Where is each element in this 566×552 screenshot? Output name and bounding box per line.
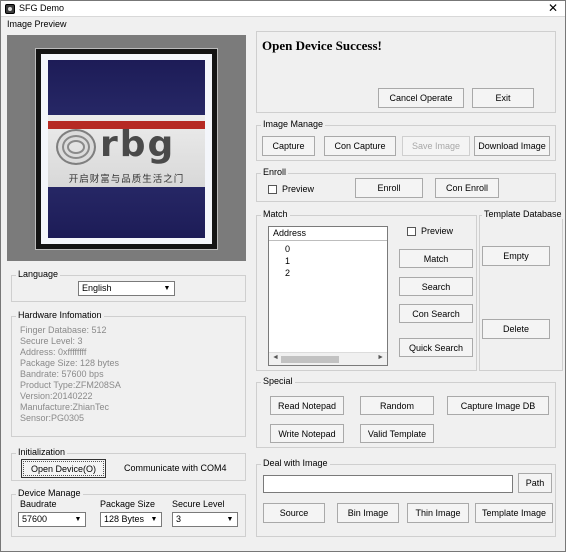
hardware-info-line: Secure Level: 3 (20, 336, 83, 346)
hardware-info-line: Manufacture:ZhianTec (20, 402, 110, 412)
match-group: Match Address 0 1 2 ◄ ► Preview Match Se… (256, 209, 477, 371)
deal-with-image-title: Deal with Image (261, 458, 330, 468)
exit-button[interactable]: Exit (472, 88, 534, 108)
match-button[interactable]: Match (399, 249, 473, 268)
special-title: Special (261, 376, 295, 386)
preview-frame: rbg 开启财富与品质生活之门 (48, 60, 205, 238)
language-select[interactable]: English ▼ (78, 281, 175, 296)
secure-level-value: 3 (176, 514, 182, 524)
enroll-title: Enroll (261, 167, 289, 177)
image-manage-title: Image Manage (261, 119, 326, 129)
chevron-down-icon[interactable]: ▼ (72, 514, 84, 525)
preview-image: rbg 开启财富与品质生活之门 (35, 48, 218, 250)
deal-with-image-group: Deal with Image Path Source Bin Image Th… (256, 458, 556, 537)
con-search-button[interactable]: Con Search (399, 304, 473, 323)
con-capture-button[interactable]: Con Capture (324, 136, 396, 156)
hardware-info-line: Product Type:ZFM208SA (20, 380, 121, 390)
logo-panel: rbg 开启财富与品质生活之门 (48, 115, 205, 187)
bin-image-button[interactable]: Bin Image (337, 503, 399, 523)
search-button[interactable]: Search (399, 277, 473, 296)
template-image-button[interactable]: Template Image (475, 503, 553, 523)
status-group: Open Device Success! Cancel Operate Exit (256, 31, 556, 113)
package-size-label: Package Size (100, 499, 156, 509)
baudrate-select[interactable]: 57600 ▼ (18, 512, 86, 527)
secure-level-label: Secure Level (172, 499, 225, 509)
package-size-select[interactable]: 128 Bytes ▼ (100, 512, 162, 527)
chevron-down-icon[interactable]: ▼ (148, 514, 160, 525)
quick-search-button[interactable]: Quick Search (399, 338, 473, 357)
language-group: Language English ▼ (11, 269, 246, 302)
initialization-title: Initialization (16, 447, 68, 457)
communication-status: Communicate with COM4 (124, 463, 227, 473)
image-path-input[interactable] (263, 475, 513, 493)
language-value: English (82, 283, 112, 293)
cancel-operate-button[interactable]: Cancel Operate (378, 88, 464, 108)
capture-button[interactable]: Capture (262, 136, 315, 156)
app-icon (5, 4, 15, 14)
scroll-left-icon[interactable]: ◄ (272, 354, 279, 361)
random-button[interactable]: Random (360, 396, 434, 415)
close-icon[interactable]: ✕ (548, 1, 558, 15)
match-title: Match (261, 209, 290, 219)
logo-slogan: 开启财富与品质生活之门 (68, 174, 185, 185)
device-manage-title: Device Manage (16, 488, 83, 498)
enroll-preview-checkbox[interactable] (268, 185, 277, 194)
empty-button[interactable]: Empty (482, 246, 550, 266)
thin-image-button[interactable]: Thin Image (407, 503, 469, 523)
address-list[interactable]: Address 0 1 2 ◄ ► (268, 226, 388, 366)
logo-letters: rbg (100, 124, 176, 165)
template-database-title: Template Database (482, 209, 564, 219)
baudrate-label: Baudrate (20, 499, 57, 509)
special-group: Special Read Notepad Random Capture Imag… (256, 376, 556, 448)
device-manage-group: Device Manage Baudrate 57600 ▼ Package S… (11, 488, 246, 537)
hardware-info-line: Bandrate: 57600 bps (20, 369, 104, 379)
hardware-info-group: Hardware Infomation Finger Database: 512… (11, 310, 246, 437)
hardware-info-line: Sensor:PG0305 (20, 413, 85, 423)
title-bar: SFG Demo ✕ (1, 1, 565, 17)
enroll-group: Enroll Preview Enroll Con Enroll (256, 167, 556, 202)
enroll-preview-label: Preview (282, 184, 315, 194)
valid-template-button[interactable]: Valid Template (360, 424, 434, 443)
hardware-info-line: Finger Database: 512 (20, 325, 107, 335)
read-notepad-button[interactable]: Read Notepad (270, 396, 344, 415)
hardware-info-line: Package Size: 128 bytes (20, 358, 120, 368)
list-item[interactable]: 1 (285, 256, 290, 266)
chevron-down-icon[interactable]: ▼ (161, 283, 173, 294)
list-horizontal-scrollbar[interactable]: ◄ ► (269, 352, 387, 365)
hardware-info-line: Address: 0xffffffff (20, 347, 87, 357)
download-image-button[interactable]: Download Image (474, 136, 550, 156)
image-preview-pane: rbg 开启财富与品质生活之门 (7, 35, 246, 261)
status-message: Open Device Success! (262, 38, 382, 53)
write-notepad-button[interactable]: Write Notepad (270, 424, 344, 443)
image-manage-group: Image Manage Capture Con Capture Save Im… (256, 119, 556, 161)
scroll-thumb[interactable] (281, 356, 339, 363)
baudrate-value: 57600 (22, 514, 48, 524)
enroll-button[interactable]: Enroll (355, 178, 423, 198)
match-preview-checkbox[interactable] (407, 227, 416, 236)
template-database-group: Template Database Empty Delete (479, 209, 564, 371)
hardware-info-title: Hardware Infomation (16, 310, 104, 320)
hardware-info-line: Version:20140222 (20, 391, 93, 401)
con-enroll-button[interactable]: Con Enroll (435, 178, 499, 198)
scroll-right-icon[interactable]: ► (377, 354, 384, 361)
fingerprint-logo-icon (56, 129, 96, 165)
source-button[interactable]: Source (263, 503, 325, 523)
list-item[interactable]: 2 (285, 268, 290, 278)
package-size-value: 128 Bytes (104, 514, 145, 524)
save-image-button[interactable]: Save Image (402, 136, 470, 156)
capture-image-db-button[interactable]: Capture Image DB (447, 396, 549, 415)
secure-level-select[interactable]: 3 ▼ (172, 512, 238, 527)
window-title: SFG Demo (19, 3, 65, 13)
delete-button[interactable]: Delete (482, 319, 550, 339)
path-button[interactable]: Path (518, 473, 552, 493)
image-preview-label: Image Preview (7, 19, 67, 29)
chevron-down-icon[interactable]: ▼ (224, 514, 236, 525)
match-preview-label: Preview (421, 226, 454, 236)
main-window: SFG Demo ✕ Image Preview rbg 开启财富与品质生活之门… (0, 0, 566, 552)
list-item[interactable]: 0 (285, 244, 290, 254)
language-title: Language (16, 269, 61, 279)
open-device-button[interactable]: Open Device(O) (21, 459, 106, 478)
initialization-group: Initialization Open Device(O) Communicat… (11, 447, 246, 481)
address-column-header[interactable]: Address (269, 227, 387, 241)
